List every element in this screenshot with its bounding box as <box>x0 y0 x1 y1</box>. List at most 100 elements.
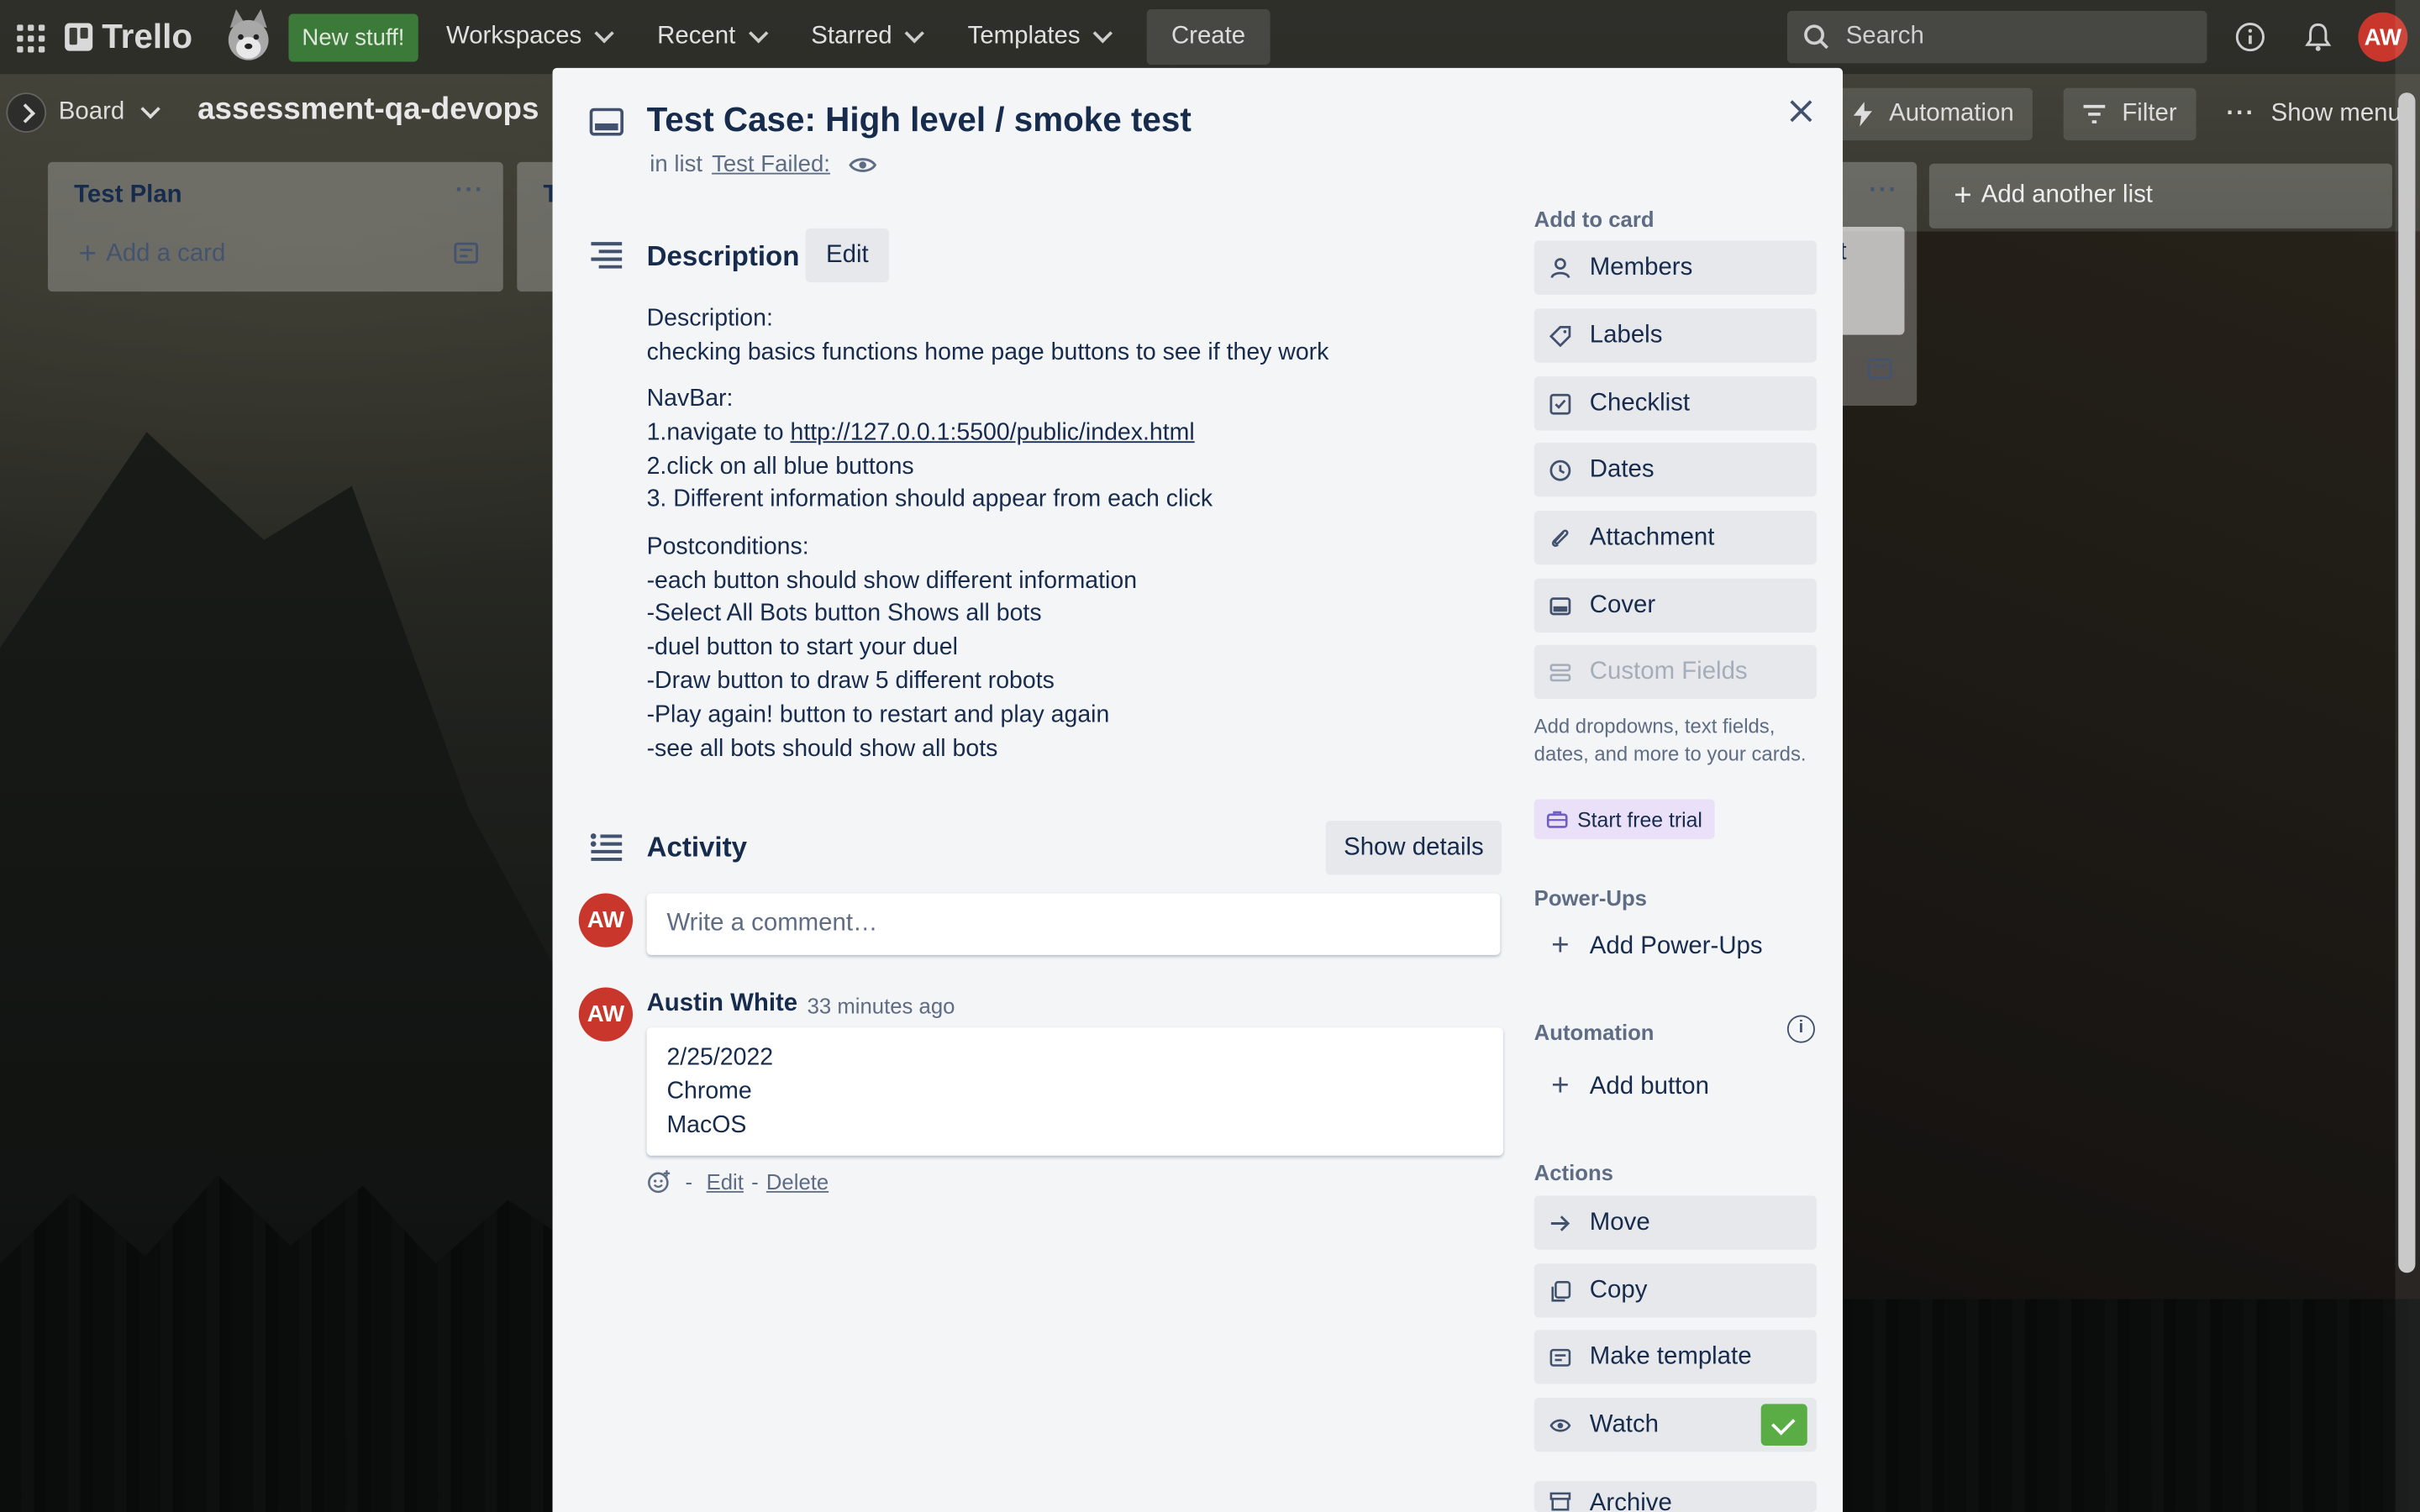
labels-label: Labels <box>1589 321 1663 349</box>
checklist-label: Checklist <box>1589 389 1691 416</box>
comment-placeholder: Write a comment… <box>666 910 878 937</box>
labels-button[interactable]: Labels <box>1534 308 1817 363</box>
board-view-switcher[interactable]: Board <box>46 98 160 127</box>
custom-fields-button[interactable]: Custom Fields <box>1534 644 1817 700</box>
page-scrollbar-thumb[interactable] <box>2398 92 2416 1273</box>
automation-button[interactable]: Automation <box>1833 87 2033 141</box>
expand-sidebar-button[interactable] <box>6 92 47 133</box>
workspaces-label: Workspaces <box>446 23 582 50</box>
start-free-trial-button[interactable]: Start free trial <box>1534 799 1715 840</box>
list-name-link[interactable]: Test Failed: <box>712 151 830 177</box>
comment-author-avatar[interactable]: AW <box>578 987 634 1042</box>
board-title[interactable]: assessment-qa-devops <box>197 92 539 128</box>
archive-label: Archive <box>1589 1490 1672 1512</box>
watch-button[interactable]: Watch <box>1534 1398 1817 1452</box>
checklist-button[interactable]: Checklist <box>1534 376 1817 431</box>
person-icon <box>1550 257 1570 278</box>
plus-icon: + <box>1551 1068 1570 1104</box>
make-template-button[interactable]: Make template <box>1534 1330 1817 1384</box>
add-card-button[interactable]: + Add a card <box>78 237 226 272</box>
new-stuff-button[interactable]: New stuff! <box>287 13 418 61</box>
list-card-partial[interactable]: t <box>1833 226 1905 335</box>
members-button[interactable]: Members <box>1534 240 1817 295</box>
custom-fields-upsell: Add dropdowns, text fields, dates, and m… <box>1534 714 1807 765</box>
notifications-button[interactable] <box>2293 13 2343 62</box>
add-button-button[interactable]: + Add button <box>1534 1060 1817 1114</box>
card-template-icon[interactable] <box>1867 358 1892 380</box>
separator: - <box>751 1169 759 1194</box>
info-button[interactable] <box>2226 13 2275 62</box>
comment-author[interactable]: Austin White <box>647 990 798 1018</box>
list-menu-icon[interactable]: ··· <box>1869 177 1898 205</box>
card-title[interactable]: Test Case: High level / smoke test <box>647 100 1192 140</box>
start-free-trial-label: Start free trial <box>1577 807 1702 832</box>
info-icon[interactable]: i <box>1786 1015 1815 1043</box>
description-line: 2.click on all blue buttons <box>646 453 914 480</box>
close-modal-button[interactable] <box>1780 90 1823 133</box>
search-icon <box>1804 24 1828 50</box>
arrow-right-icon <box>1550 1215 1570 1231</box>
paperclip-icon <box>1551 528 1569 547</box>
recent-menu[interactable]: Recent <box>639 11 783 63</box>
eye-icon <box>1549 1418 1571 1431</box>
plus-icon: + <box>1551 928 1570 963</box>
show-menu-button[interactable]: ··· Show menu <box>2207 88 2420 140</box>
workspaces-menu[interactable]: Workspaces <box>428 11 629 63</box>
filter-button[interactable]: Filter <box>2063 87 2196 141</box>
edit-comment-link[interactable]: Edit <box>707 1169 744 1194</box>
trello-logo[interactable]: Trello <box>65 17 192 57</box>
app-switcher-icon[interactable] <box>13 20 46 54</box>
add-power-ups-button[interactable]: + Add Power-Ups <box>1534 920 1817 974</box>
current-user-avatar[interactable]: AW <box>578 893 634 948</box>
add-power-ups-label: Add Power-Ups <box>1589 932 1763 959</box>
description-paragraph: NavBar: 1.navigate to http://127.0.0.1:5… <box>647 383 1512 517</box>
actions-heading: Actions <box>1534 1160 1613 1185</box>
plus-icon: + <box>78 237 97 272</box>
husky-mascot-icon[interactable] <box>217 6 278 67</box>
add-to-card-heading: Add to card <box>1534 207 1655 232</box>
board-view-label: Board <box>58 98 125 125</box>
templates-label: Templates <box>967 23 1081 50</box>
comment-line: MacOS <box>666 1111 747 1138</box>
comment-actions: - Edit - Delete <box>647 1169 829 1194</box>
comment-body: 2/25/2022 Chrome MacOS <box>646 1027 1503 1156</box>
show-details-button[interactable]: Show details <box>1325 821 1502 875</box>
automation-label: Automation <box>1889 100 2014 127</box>
custom-fields-icon <box>1549 663 1571 681</box>
archive-button[interactable]: Archive <box>1534 1481 1817 1512</box>
card-template-icon[interactable] <box>454 242 479 264</box>
add-reaction-icon[interactable] <box>647 1169 671 1194</box>
add-list-label: Add another list <box>1981 181 2153 208</box>
description-paragraph: Description: checking basics functions h… <box>647 302 1512 370</box>
create-button[interactable]: Create <box>1146 9 1270 66</box>
attachment-button[interactable]: Attachment <box>1534 510 1817 565</box>
archive-icon <box>1549 1492 1571 1511</box>
move-label: Move <box>1589 1209 1650 1236</box>
description-line: -duel button to start your duel <box>646 634 958 661</box>
description-content[interactable]: Description: checking basics functions h… <box>647 302 1512 779</box>
list-title[interactable]: Test Plan <box>74 182 182 210</box>
list-test-plan: Test Plan ··· + Add a card <box>47 161 503 292</box>
cover-button[interactable]: Cover <box>1534 578 1817 633</box>
description-url-link[interactable]: http://127.0.0.1:5500/public/index.html <box>791 419 1195 445</box>
comment-timestamp[interactable]: 33 minutes ago <box>808 994 955 1018</box>
comment-input[interactable]: Write a comment… <box>646 893 1501 955</box>
comment-line: Chrome <box>666 1078 752 1105</box>
move-button[interactable]: Move <box>1534 1195 1817 1250</box>
description-icon <box>591 242 623 269</box>
activity-heading: Activity <box>646 831 748 863</box>
starred-menu[interactable]: Starred <box>792 11 939 63</box>
delete-comment-link[interactable]: Delete <box>766 1169 829 1194</box>
description-line: Description: <box>646 305 773 332</box>
description-line: 1.navigate to <box>646 419 791 446</box>
chevron-down-icon <box>139 98 160 118</box>
copy-button[interactable]: Copy <box>1534 1263 1817 1318</box>
dates-button[interactable]: Dates <box>1534 443 1817 497</box>
templates-menu[interactable]: Templates <box>950 11 1128 63</box>
list-menu-icon[interactable]: ··· <box>455 177 485 205</box>
description-line: Postconditions: <box>646 533 809 560</box>
add-another-list-button[interactable]: + Add another list <box>1928 163 2392 228</box>
search-input[interactable]: Search <box>1786 10 2207 64</box>
attachment-label: Attachment <box>1589 523 1715 550</box>
edit-description-button[interactable]: Edit <box>805 228 889 283</box>
